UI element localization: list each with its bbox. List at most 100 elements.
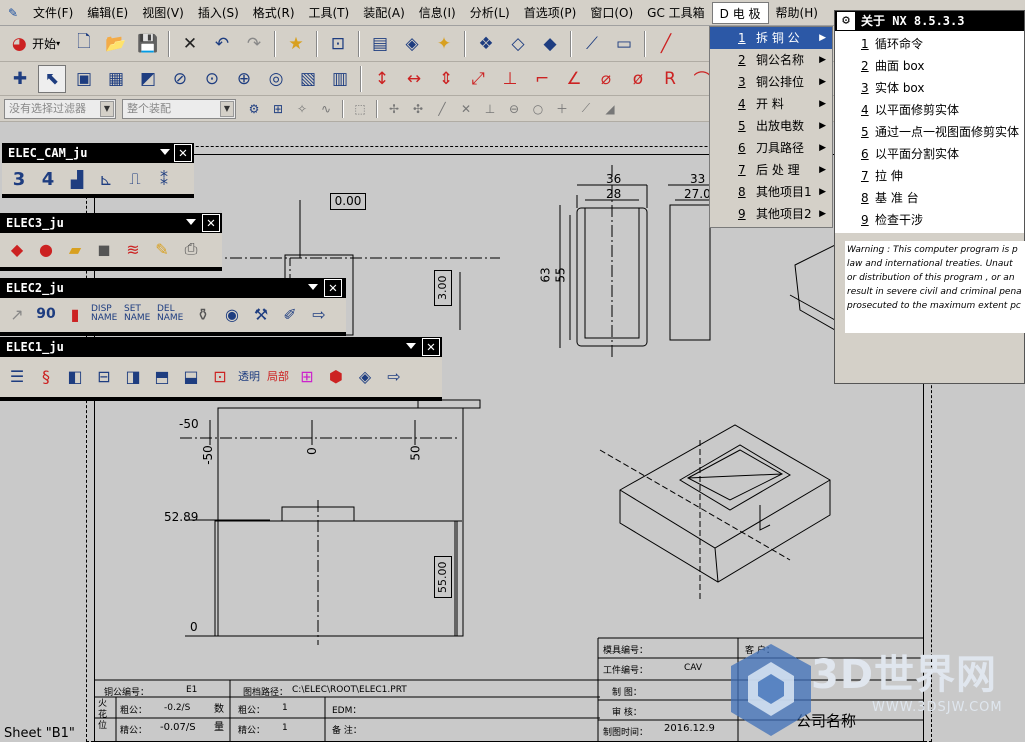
- submenu-item[interactable]: 1 循环命令: [835, 33, 1024, 55]
- dim-width-36: 36: [606, 172, 622, 186]
- gear-icon[interactable]: ⚙: [837, 12, 855, 30]
- elec2-rotate-90-icon[interactable]: 90: [33, 301, 59, 327]
- electrode-menu-item[interactable]: 8 其他项目1 ▶: [710, 181, 832, 203]
- dim-box-5500: 55.00: [434, 556, 452, 598]
- dim-width-33: 33: [690, 172, 706, 186]
- electrode-menu-item[interactable]: 4开 料 ▶: [710, 93, 832, 115]
- palette-title[interactable]: ELEC3_ju ✕: [0, 213, 222, 233]
- cam-profile-icon[interactable]: ⊾: [93, 166, 119, 192]
- watermark-logo-icon: [731, 644, 811, 736]
- local-icon[interactable]: 局部: [265, 363, 291, 389]
- cam-3-icon[interactable]: 3: [6, 166, 32, 192]
- warning-line: Warning : This computer program is p: [847, 245, 1018, 255]
- elec1-slab-icon[interactable]: ◨: [120, 363, 146, 389]
- submenu-arrow-icon: ▶: [819, 33, 826, 43]
- set-name-icon[interactable]: SET NAME: [124, 301, 154, 327]
- elec3-printer-icon[interactable]: ⎙: [178, 236, 204, 262]
- electrode-menu-item[interactable]: 2 铜公名称 ▶: [710, 49, 832, 71]
- elec1-lines-icon[interactable]: ☰: [4, 363, 30, 389]
- cam-tool-icon[interactable]: ⎍: [122, 166, 148, 192]
- rough-qty-label: 粗公：: [238, 706, 266, 716]
- electrode-menu-item[interactable]: 3 铜公排位 ▶: [710, 71, 832, 93]
- palette-title[interactable]: ELEC2_ju ✕: [0, 278, 346, 298]
- elec1-frame-icon[interactable]: ⊟: [91, 363, 117, 389]
- transparent-icon[interactable]: 透明: [236, 363, 262, 389]
- submenu-item[interactable]: 4 以平面修剪实体: [835, 99, 1024, 121]
- dim-width-27: 27.0: [684, 187, 711, 201]
- warning-line: law and international treaties. Unaut: [847, 259, 1013, 269]
- submenu-item[interactable]: 7拉 伸: [835, 165, 1024, 187]
- elec2-bottle-icon[interactable]: ⚱: [190, 301, 216, 327]
- submenu-item[interactable]: 2 曲面 box: [835, 55, 1024, 77]
- mold-no-label: 模具编号：: [603, 646, 649, 656]
- elec1-curve-icon[interactable]: §: [33, 363, 59, 389]
- elec3-pencil-icon[interactable]: ✎: [149, 236, 175, 262]
- elec-no-value: E1: [186, 685, 198, 695]
- submenu-item[interactable]: 6 以平面分割实体: [835, 143, 1024, 165]
- submenu-item[interactable]: 5 通过一点一视图面修剪实体: [835, 121, 1024, 143]
- dim-height-63: 63: [538, 267, 553, 283]
- work-no-label: 工件编号：: [603, 666, 649, 676]
- cam-ladder-icon[interactable]: ⁑: [151, 166, 177, 192]
- elec3-bar-icon[interactable]: ▰: [62, 236, 88, 262]
- electrode-menu-item[interactable]: 5 出放电数 ▶: [710, 115, 832, 137]
- cam-step-icon[interactable]: ▟: [64, 166, 90, 192]
- del-name-icon[interactable]: DEL NAME: [157, 301, 187, 327]
- palette-title[interactable]: ELEC1_ju ✕: [0, 337, 442, 357]
- elec-no-label: 铜公编号：: [104, 688, 150, 698]
- submenu-arrow-icon: ▶: [819, 121, 826, 131]
- qty-label: 数量: [214, 704, 224, 733]
- submenu-item[interactable]: 9 检查干涉: [835, 209, 1024, 231]
- elec3-block-icon[interactable]: ◆: [4, 236, 30, 262]
- elec1-box-icon[interactable]: ⬒: [149, 363, 175, 389]
- palette-dropdown-icon[interactable]: [406, 343, 416, 349]
- palette-dropdown-icon[interactable]: [160, 149, 170, 155]
- elec3-dome-icon[interactable]: ●: [33, 236, 59, 262]
- close-icon[interactable]: ✕: [422, 338, 440, 356]
- elec1-cube-icon[interactable]: ◈: [352, 363, 378, 389]
- submenu-arrow-icon: ▶: [819, 187, 826, 197]
- cam-4-icon[interactable]: 4: [35, 166, 61, 192]
- elec3-stack-icon[interactable]: ≋: [120, 236, 146, 262]
- sheet-status: Sheet "B1": [4, 726, 75, 741]
- rough-qty: 1: [282, 703, 288, 713]
- elec1-wire-icon[interactable]: ⬓: [178, 363, 204, 389]
- time-label: 制图时间：: [603, 728, 649, 738]
- view-front-outline: [217, 407, 464, 637]
- submenu-arrow-icon: ▶: [819, 77, 826, 87]
- submenu-item[interactable]: 8基 准 台: [835, 187, 1024, 209]
- electrode-menu-item[interactable]: 1拆 铜 公 ▶: [710, 27, 832, 49]
- electrode-menu-item[interactable]: 9 其他项目2 ▶: [710, 203, 832, 225]
- edm-label: EDM：: [332, 706, 362, 716]
- time-value: 2016.12.9: [664, 723, 715, 734]
- elec1-block-icon[interactable]: ◧: [62, 363, 88, 389]
- disp-name-icon[interactable]: DISP NAME: [91, 301, 121, 327]
- dim-bottom-zero: 0: [190, 620, 198, 634]
- elec2-eye-icon[interactable]: ◉: [219, 301, 245, 327]
- dim-zero: 0: [304, 447, 319, 455]
- electrode-menu-item[interactable]: 6 刀具路径 ▶: [710, 137, 832, 159]
- submenu-item[interactable]: 3 实体 box: [835, 77, 1024, 99]
- elec2-arrow-icon[interactable]: ↗: [4, 301, 30, 327]
- elec1-next-icon[interactable]: ⇨: [381, 363, 407, 389]
- electrode-menu-item[interactable]: 7后 处 理 ▶: [710, 159, 832, 181]
- palette-title[interactable]: ELEC_CAM_ju ✕: [2, 143, 194, 163]
- about-title-bar[interactable]: ⚙ 关于 NX 8.5.3.3: [835, 11, 1024, 31]
- close-icon[interactable]: ✕: [324, 279, 342, 297]
- elec2-pen-icon[interactable]: ✐: [277, 301, 303, 327]
- elec2-next-icon[interactable]: ⇨: [306, 301, 332, 327]
- elec2-flag-icon[interactable]: ▮: [62, 301, 88, 327]
- dim-width-28: 28: [606, 187, 622, 201]
- palette-dropdown-icon[interactable]: [186, 219, 196, 225]
- elec1-grid-icon[interactable]: ⊞: [294, 363, 320, 389]
- elec1-sheet-icon[interactable]: ⊡: [207, 363, 233, 389]
- elec1-stack-icon[interactable]: ⬢: [323, 363, 349, 389]
- elec3-cube-icon[interactable]: ◼: [91, 236, 117, 262]
- path-value: C:\ELEC\ROOT\ELEC1.PRT: [292, 685, 407, 695]
- elec2-palette: ELEC2_ju ✕ ↗ 90 ▮ DISP NAME SET NAME DEL …: [0, 278, 346, 336]
- rough-value: -0.2/S: [164, 703, 191, 713]
- close-icon[interactable]: ✕: [174, 144, 192, 162]
- close-icon[interactable]: ✕: [202, 214, 220, 232]
- palette-dropdown-icon[interactable]: [308, 284, 318, 290]
- elec2-tools-icon[interactable]: ⚒: [248, 301, 274, 327]
